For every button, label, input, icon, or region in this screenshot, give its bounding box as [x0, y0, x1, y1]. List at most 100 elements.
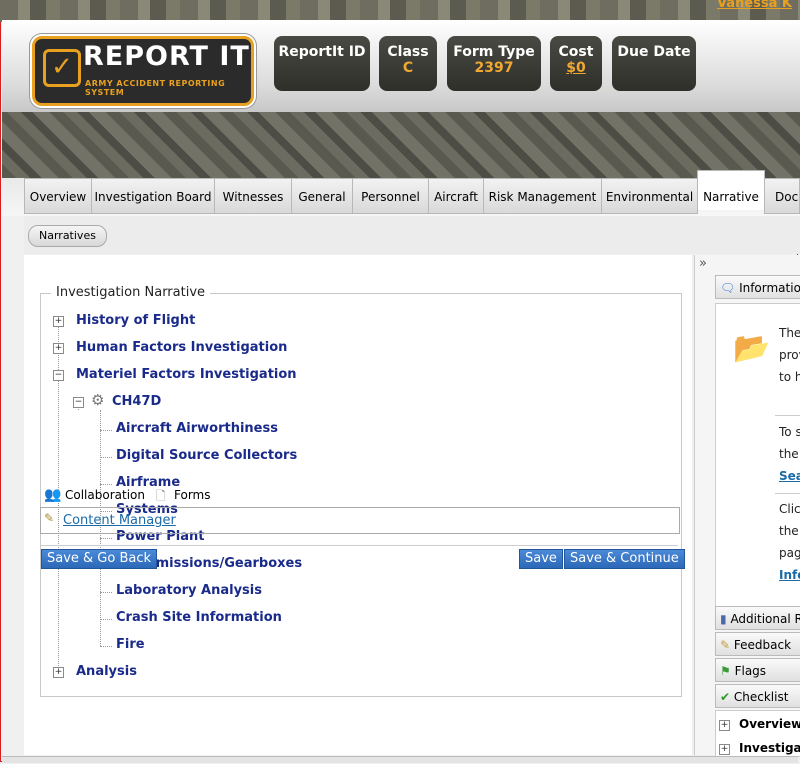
checklist-label: Checklist	[733, 690, 789, 704]
folder-search-icon: 📂	[733, 331, 771, 366]
subtab-narratives[interactable]: Narratives	[28, 225, 107, 247]
reportit-id-label: ReportIt ID	[278, 44, 366, 60]
info-text-line: prov	[779, 348, 800, 362]
checklist-investigation[interactable]: Investigati	[739, 741, 800, 755]
feedback-label: Feedback	[733, 638, 792, 652]
class-box: Class C	[379, 36, 437, 91]
tree-item-crash-site-information[interactable]: Crash Site Information	[116, 610, 282, 625]
info-text-line: To s	[779, 425, 800, 439]
content-manager-link[interactable]: Content Manager	[63, 513, 176, 528]
top-camo-strip	[0, 0, 800, 22]
divider	[40, 545, 678, 546]
additional-resources-label: Additional R	[730, 612, 800, 626]
tab-environmental[interactable]: Environmental	[601, 178, 698, 214]
tab-investigation-board[interactable]: Investigation Board	[91, 178, 215, 214]
info-text-line: Clic	[779, 502, 800, 516]
form-type-value: 2397	[474, 60, 514, 76]
speech-bubble-icon: 🗨	[720, 281, 736, 295]
tree-connector	[100, 538, 112, 539]
save-go-back-button[interactable]: Save & Go Back	[41, 549, 158, 569]
status-bar	[2, 756, 798, 763]
information-header[interactable]: 🗨 Information	[715, 275, 800, 299]
save-button[interactable]: Save	[519, 549, 563, 569]
tree-connector	[100, 484, 112, 485]
form-type-box: Form Type 2397	[447, 36, 541, 91]
class-value: C	[402, 60, 414, 76]
header-bar: ✓ REPORT IT ARMY ACCIDENT REPORTING SYST…	[2, 20, 800, 112]
checklist-overview[interactable]: Overview	[739, 717, 800, 731]
collapse-icon[interactable]: −	[73, 397, 84, 408]
collaboration-link[interactable]: Collaboration	[65, 488, 145, 502]
additional-resources-item[interactable]: ▮ Additional R	[715, 606, 800, 630]
fieldset-legend: Investigation Narrative	[51, 285, 211, 300]
tab-risk-management[interactable]: Risk Management	[483, 178, 602, 214]
tree-connector	[100, 592, 112, 593]
reportit-logo[interactable]: ✓ REPORT IT ARMY ACCIDENT REPORTING SYST…	[32, 36, 254, 106]
tree-connector	[100, 646, 112, 647]
form-type-label: Form Type	[453, 44, 535, 60]
forms-link[interactable]: Forms	[174, 488, 210, 502]
info-text-line: the	[779, 447, 799, 461]
subtab-row: Narratives	[24, 216, 800, 254]
right-panel: » 🗨 Information 📂 The prov to h To s the…	[694, 255, 800, 757]
checkmark-icon: ✔	[720, 690, 731, 704]
collaboration-icon: 👥	[44, 487, 62, 503]
tab-overview[interactable]: Overview	[24, 178, 92, 214]
info-text-line: The	[779, 326, 800, 340]
feedback-item[interactable]: ✎ Feedback	[715, 632, 800, 656]
logo-title: REPORT IT	[83, 41, 250, 72]
flag-icon: ⚑	[720, 664, 731, 678]
edit-icon: ✎	[720, 638, 731, 652]
cost-label: Cost	[558, 44, 594, 60]
logo-subtitle: ARMY ACCIDENT REPORTING SYSTEM	[85, 79, 226, 97]
search-link[interactable]: Sea	[779, 469, 800, 483]
due-date-box: Due Date	[612, 36, 696, 91]
reportit-id-box: ReportIt ID	[274, 36, 370, 91]
tree-connector	[100, 430, 112, 431]
tab-doc[interactable]: Doc	[764, 178, 800, 214]
forms-icon: 🗋	[156, 489, 166, 503]
expand-icon[interactable]: +	[53, 667, 64, 678]
due-date-label: Due Date	[617, 44, 691, 60]
tree-item-laboratory-analysis[interactable]: Laboratory Analysis	[116, 583, 262, 598]
gear-icon: ⚙	[91, 391, 105, 409]
phone-icon: ▮	[720, 612, 727, 626]
flags-item[interactable]: ⚑ Flags	[715, 658, 800, 682]
cost-value-link[interactable]: $0	[550, 60, 602, 76]
info-text-line: the	[779, 524, 799, 538]
tab-general[interactable]: General	[291, 178, 353, 214]
tree-item-materiel-factors[interactable]: Materiel Factors Investigation	[76, 367, 297, 382]
expand-icon[interactable]: +	[53, 316, 64, 327]
tree-item-human-factors[interactable]: Human Factors Investigation	[76, 340, 287, 355]
expand-icon[interactable]: +	[719, 720, 730, 731]
information-label: Information	[739, 281, 800, 295]
tree-item-ch47d[interactable]: CH47D	[112, 394, 161, 409]
divider	[775, 415, 800, 416]
info-text-line: pag	[779, 546, 800, 560]
tab-personnel[interactable]: Personnel	[352, 178, 429, 214]
class-label: Class	[387, 44, 429, 60]
expand-icon[interactable]: +	[53, 343, 64, 354]
tree-item-digital-source-collectors[interactable]: Digital Source Collectors	[116, 448, 297, 463]
tree-item-history-of-flight[interactable]: History of Flight	[76, 313, 195, 328]
collapse-panel-icon[interactable]: »	[699, 256, 707, 271]
checkmark-icon: ✓	[43, 49, 81, 87]
tree-item-aircraft-airworthiness[interactable]: Aircraft Airworthiness	[116, 421, 278, 436]
info-text-line: to h	[779, 370, 800, 384]
camo-band	[2, 112, 800, 178]
tree-item-fire[interactable]: Fire	[116, 637, 145, 652]
checklist-item[interactable]: ✔ Checklist	[715, 684, 800, 708]
tree-item-analysis[interactable]: Analysis	[76, 664, 137, 679]
cost-box: Cost $0	[550, 36, 602, 91]
edit-note-icon: ✎	[44, 511, 55, 525]
tab-witnesses[interactable]: Witnesses	[214, 178, 292, 214]
tab-narrative[interactable]: Narrative	[697, 170, 765, 210]
user-name-link[interactable]: Vanessa K	[717, 0, 792, 11]
collapse-icon[interactable]: −	[53, 370, 64, 381]
tab-aircraft[interactable]: Aircraft	[428, 178, 484, 214]
save-continue-button[interactable]: Save & Continue	[564, 549, 685, 569]
tree-connector	[100, 457, 112, 458]
main-tabs: Overview Investigation Board Witnesses G…	[2, 170, 800, 216]
expand-icon[interactable]: +	[719, 744, 730, 755]
info-link[interactable]: Info	[779, 568, 800, 582]
